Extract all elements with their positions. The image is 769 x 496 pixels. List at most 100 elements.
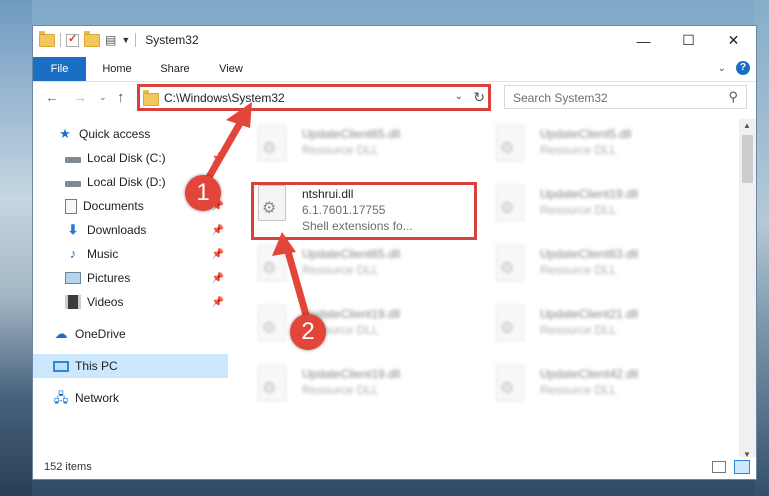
file-name: UpdateClient63.dll: [540, 247, 639, 261]
pin-icon: 📌: [211, 296, 224, 308]
file-list: UpdateClient65.dll Resource DLL UpdateCl…: [248, 121, 744, 456]
details-view-icon[interactable]: [712, 461, 726, 473]
file-tile[interactable]: UpdateClient19.dll Resource DLL: [254, 361, 484, 419]
sidebar-item-pictures[interactable]: Pictures 📌: [33, 266, 228, 290]
star-icon: ★: [59, 126, 71, 141]
qat-dropdown-icon[interactable]: ▼: [121, 35, 130, 45]
search-input[interactable]: Search System32: [513, 91, 608, 105]
desktop-background-left: [0, 0, 32, 496]
folder-icon: [39, 30, 55, 47]
onedrive-icon: ☁: [54, 326, 68, 341]
sidebar-item-this-pc[interactable]: This PC: [33, 354, 228, 378]
title-bar: ▤ ▼ System32 — ☐ ✕: [33, 26, 756, 57]
dll-file-icon: [258, 245, 286, 281]
download-icon: ⬇: [67, 222, 79, 237]
dll-file-icon: [258, 365, 286, 401]
pin-icon: 📌: [211, 152, 224, 164]
dll-file-icon: [496, 365, 524, 401]
sidebar-item-quick-access[interactable]: ★ Quick access: [33, 122, 228, 146]
scroll-thumb[interactable]: [742, 135, 753, 183]
pin-icon: 📌: [211, 248, 224, 260]
step-badge-1: 1: [185, 175, 221, 211]
address-highlight-box: [137, 84, 491, 111]
forward-arrow-icon[interactable]: →: [73, 89, 87, 105]
properties-icon[interactable]: [66, 32, 79, 47]
search-icon: ⚲: [728, 89, 738, 104]
navigation-pane: ★ Quick access Local Disk (C:) 📌 Local D…: [33, 121, 228, 461]
sidebar-item-label: Music: [87, 247, 119, 261]
tab-file[interactable]: File: [33, 57, 86, 81]
tab-home[interactable]: Home: [95, 57, 139, 81]
file-tile[interactable]: UpdateClient42.dll Resource DLL: [492, 361, 722, 419]
documents-icon: [65, 198, 77, 214]
videos-icon: [65, 295, 81, 309]
file-tile[interactable]: UpdateClient65.dll Resource DLL: [254, 121, 484, 179]
file-tile[interactable]: UpdateClient19.dll Resource DLL: [492, 181, 722, 239]
sidebar-item-label: Quick access: [79, 127, 151, 141]
dll-file-icon: [496, 185, 524, 221]
up-arrow-icon[interactable]: ↑: [117, 89, 125, 106]
sidebar-item-onedrive[interactable]: ☁ OneDrive: [33, 322, 228, 346]
sidebar-item-label: This PC: [75, 359, 118, 373]
drive-icon: [65, 157, 81, 163]
sidebar-item-label: Downloads: [87, 223, 147, 237]
file-tile[interactable]: UpdateClient65.dll Resource DLL: [254, 241, 484, 299]
dll-file-icon: [258, 305, 286, 341]
network-icon: 🖧: [53, 390, 69, 405]
maximize-button[interactable]: ☐: [666, 26, 711, 55]
pin-icon: 📌: [211, 224, 224, 236]
file-name: UpdateClient21.dll: [540, 307, 639, 321]
desktop-background-right: [755, 0, 769, 496]
divider: [60, 33, 61, 47]
recent-locations-chevron-icon[interactable]: ⌄: [99, 92, 107, 103]
sidebar-item-label: Documents: [83, 199, 144, 213]
customize-qat-icon[interactable]: ▤: [105, 33, 116, 47]
status-bar: 152 items: [33, 457, 756, 479]
tab-share[interactable]: Share: [151, 57, 199, 81]
file-description: Resource DLL: [540, 143, 617, 157]
window-title: System32: [145, 33, 199, 47]
file-description: Resource DLL: [302, 383, 379, 397]
dll-file-icon: [496, 245, 524, 281]
sidebar-item-downloads[interactable]: ⬇ Downloads 📌: [33, 218, 228, 242]
file-tile[interactable]: UpdateClient19.dll Resource DLL: [254, 301, 484, 359]
scroll-up-icon[interactable]: ▲: [743, 121, 751, 130]
sidebar-item-music[interactable]: ♪ Music 📌: [33, 242, 228, 266]
vertical-scrollbar[interactable]: ▲ ▼: [739, 119, 756, 461]
file-tile[interactable]: UpdateClient63.dll Resource DLL: [492, 241, 722, 299]
pictures-icon: [65, 272, 81, 284]
expand-ribbon-icon[interactable]: ⌄: [718, 63, 726, 74]
pin-icon: 📌: [211, 272, 224, 284]
quick-access-toolbar: ▤ ▼ System32: [39, 30, 199, 47]
sidebar-item-label: Network: [75, 391, 120, 405]
file-name: UpdateClient5.dll: [540, 127, 632, 141]
window-controls: — ☐ ✕: [621, 26, 756, 55]
file-tile[interactable]: UpdateClient5.dll Resource DLL: [492, 121, 722, 179]
search-box[interactable]: Search System32 ⚲: [504, 85, 747, 109]
file-name: UpdateClient65.dll: [302, 127, 401, 141]
close-button[interactable]: ✕: [711, 26, 756, 55]
item-count: 152 items: [44, 461, 92, 473]
sidebar-item-network[interactable]: 🖧 Network: [33, 386, 228, 410]
divider: [135, 33, 137, 47]
file-description: Resource DLL: [302, 143, 379, 157]
back-arrow-icon[interactable]: ←: [45, 89, 59, 105]
minimize-button[interactable]: —: [621, 26, 666, 55]
music-icon: ♪: [69, 246, 77, 261]
sidebar-item-label: Videos: [87, 295, 124, 309]
this-pc-icon: [53, 360, 69, 372]
sidebar-item-label: Pictures: [87, 271, 131, 285]
tab-view[interactable]: View: [209, 57, 253, 81]
file-description: Resource DLL: [302, 263, 379, 277]
file-tile[interactable]: UpdateClient21.dll Resource DLL: [492, 301, 722, 359]
file-description: Resource DLL: [540, 323, 617, 337]
tiles-view-icon[interactable]: [734, 460, 750, 474]
help-icon[interactable]: ?: [736, 61, 750, 75]
drive-icon: [65, 181, 81, 187]
new-folder-icon[interactable]: [84, 30, 100, 47]
sidebar-item-label: Local Disk (C:): [87, 151, 166, 165]
sidebar-item-videos[interactable]: Videos 📌: [33, 290, 228, 314]
file-name: UpdateClient19.dll: [302, 367, 401, 381]
file-name: UpdateClient19.dll: [540, 187, 639, 201]
sidebar-item-local-disk-c[interactable]: Local Disk (C:) 📌: [33, 146, 228, 170]
